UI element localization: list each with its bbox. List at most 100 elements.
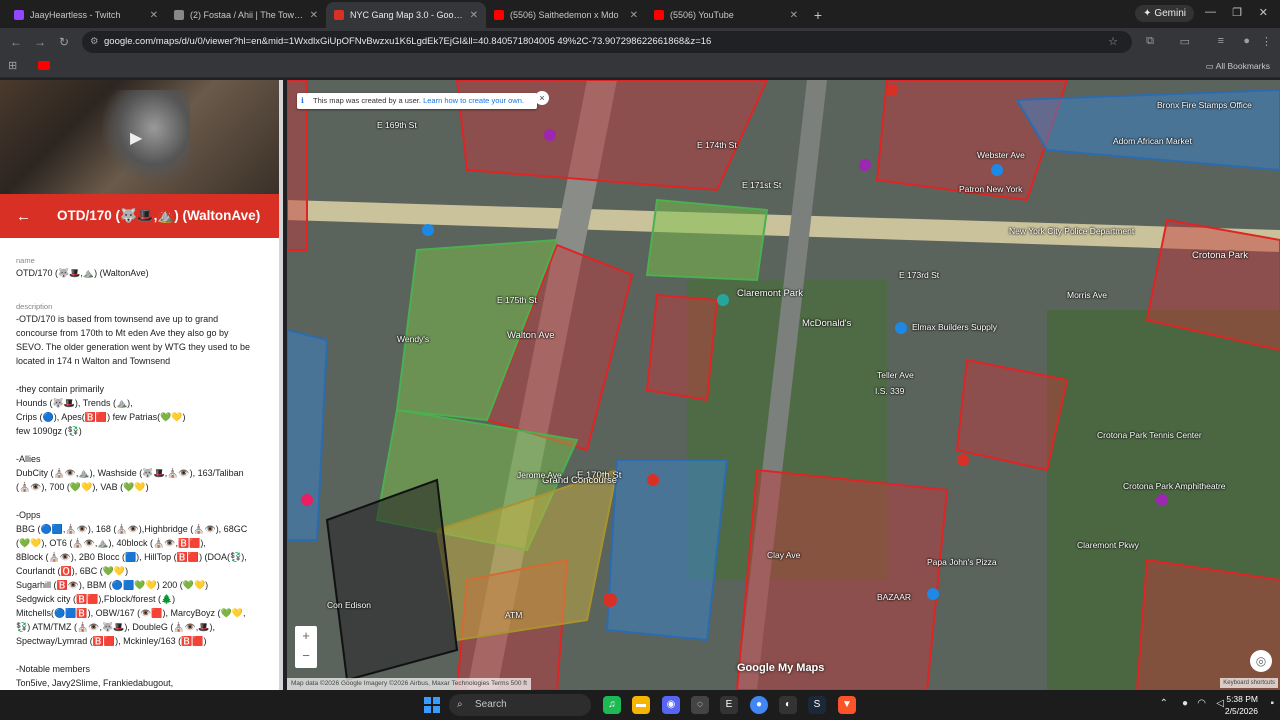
zone-blue-south xyxy=(605,459,729,642)
browser-tab[interactable]: (5506) Saithedemon x Mdo ✕ xyxy=(486,2,646,28)
notice-close-icon[interactable]: × xyxy=(535,91,549,105)
youtube-bookmark-icon[interactable] xyxy=(38,61,50,70)
description-line: Courlandt (🅾️), 6BC (💚💛) xyxy=(16,566,129,576)
map-attribution: Map data ©2026 Google Imagery ©2026 Airb… xyxy=(287,678,531,690)
bookmark-star-icon[interactable]: ☆ xyxy=(1108,35,1118,48)
browser-tab[interactable]: (2) Fostaa / Ahii | The Towns Ro ✕ xyxy=(166,2,326,28)
zone-red-small xyxy=(645,293,719,402)
map-label: Walton Ave xyxy=(507,330,555,341)
map-label: E 169th St xyxy=(377,120,417,130)
play-icon[interactable]: ▶ xyxy=(130,128,150,148)
keyboard-shortcuts-link[interactable]: Keyboard shortcuts xyxy=(1220,678,1278,688)
new-tab-button[interactable]: + xyxy=(806,2,830,28)
back-arrow-icon[interactable]: ← xyxy=(16,208,31,225)
description-line xyxy=(16,494,263,508)
sidebar-icon[interactable]: ▭ xyxy=(1180,35,1190,48)
media-icon[interactable]: ≡ xyxy=(1218,35,1224,47)
file-explorer-icon[interactable]: ▬ xyxy=(632,696,650,714)
map-canvas[interactable]: ℹ This map was created by a user. Learn … xyxy=(287,80,1280,690)
all-bookmarks-button[interactable]: ▭ All Bookmarks xyxy=(1206,61,1270,72)
marker-purple-3 xyxy=(1156,494,1168,506)
site-info-icon[interactable]: ⚙ xyxy=(90,31,99,53)
windows-taskbar: ⌕ Search ♫ ▬ ◉ ◌ E ● ◐ S ▼ ⌃ ● ◠ ◁ 5:38 … xyxy=(0,690,1280,720)
forward-icon[interactable]: → xyxy=(28,35,52,49)
google-my-maps-logo: Google My Maps xyxy=(737,662,825,674)
extensions-icon[interactable]: ⧉ xyxy=(1146,35,1154,48)
marker-blue-1 xyxy=(422,224,434,236)
gemini-button[interactable]: ✦ Gemini xyxy=(1135,5,1194,22)
zone-red-south xyxy=(735,468,949,690)
map-label: BAZAAR xyxy=(877,592,912,602)
description-line xyxy=(16,368,263,382)
tray-chevron-icon[interactable]: ⌃ xyxy=(1160,698,1168,709)
zoom-out-button[interactable]: − xyxy=(295,646,317,666)
back-icon[interactable]: ← xyxy=(4,35,28,49)
tab-close-icon[interactable]: ✕ xyxy=(310,10,318,21)
description-text: -OTD/170 is based from townsend ave up t… xyxy=(16,312,263,690)
profile-avatar[interactable]: ● xyxy=(1243,35,1250,47)
browser-tab[interactable]: NYC Gang Map 3.0 - Google M ✕ xyxy=(326,2,486,28)
wifi-icon[interactable]: ◠ xyxy=(1197,698,1206,709)
game-launcher-icon[interactable]: ◐ xyxy=(779,696,797,714)
tab-label: NYC Gang Map 3.0 - Google M xyxy=(350,10,464,20)
epic-games-icon[interactable]: E xyxy=(720,696,738,714)
map-label: New York City Police Department xyxy=(1009,226,1135,236)
map-label: ATM xyxy=(505,610,523,620)
browser-tab[interactable]: JaayHeartless - Twitch ✕ xyxy=(6,2,166,28)
notice-text: This map was created by a user. xyxy=(313,96,421,105)
info-icon: ℹ xyxy=(301,96,304,105)
menu-icon[interactable]: ⋮ xyxy=(1261,35,1272,48)
spotify-icon[interactable]: ♫ xyxy=(603,696,621,714)
taskbar-search-box[interactable]: ⌕ Search xyxy=(449,694,591,716)
my-location-button[interactable]: ◎ xyxy=(1250,650,1272,672)
taskbar-clock[interactable]: 5:38 PM 2/5/2026 xyxy=(1225,693,1258,717)
description-line: located in 174 n Walton and Townsend xyxy=(16,356,171,366)
description-line xyxy=(16,438,263,452)
tab-close-icon[interactable]: ✕ xyxy=(470,10,478,21)
tab-favicon-icon xyxy=(334,10,344,20)
map-label: Morris Ave xyxy=(1067,290,1107,300)
marker-red-2 xyxy=(647,474,659,486)
brave-icon[interactable]: ▼ xyxy=(838,696,856,714)
tab-close-icon[interactable]: ✕ xyxy=(630,10,638,21)
tab-label: (2) Fostaa / Ahii | The Towns Ro xyxy=(190,10,304,20)
bookmarks-bar: ⊞ ▭ All Bookmarks xyxy=(0,56,1280,78)
notice-link[interactable]: Learn how to create your own. xyxy=(423,96,524,105)
description-line: Ton5ive, Javy2Slime, Frankiedabugout, xyxy=(16,678,174,688)
notifications-icon[interactable]: ▪ xyxy=(1270,698,1274,709)
map-label: McDonald's xyxy=(802,318,852,329)
zoom-controls[interactable]: + − xyxy=(295,626,317,668)
name-label: name xyxy=(16,256,35,265)
browser-tab[interactable]: (5506) YouTube ✕ xyxy=(646,2,806,28)
url-input[interactable]: ⚙ google.com/maps/d/u/0/viewer?hl=en&mid… xyxy=(82,31,1132,53)
reload-icon[interactable]: ↻ xyxy=(52,35,76,49)
windows-start-icon[interactable] xyxy=(424,697,440,713)
tab-close-icon[interactable]: ✕ xyxy=(790,10,798,21)
feature-header: ← OTD/170 (🐺🎩,⛰️) (WaltonAve) xyxy=(0,194,279,238)
marker-red-3 xyxy=(957,454,969,466)
feature-video-thumbnail[interactable]: ▶ xyxy=(0,80,279,194)
map-label: Crotona Park Amphitheatre xyxy=(1123,481,1226,491)
zone-red-east xyxy=(955,358,1069,472)
app-icon[interactable]: ◌ xyxy=(691,696,709,714)
description-line: -Allies xyxy=(16,454,41,464)
restore-icon[interactable]: ❐ xyxy=(1232,6,1242,19)
zoom-in-button[interactable]: + xyxy=(295,626,317,646)
discord-icon[interactable]: ◉ xyxy=(662,696,680,714)
chrome-icon[interactable]: ● xyxy=(750,696,768,714)
map-label: Webster Ave xyxy=(977,150,1025,160)
satellite-map xyxy=(287,80,1280,690)
marker-pink-1 xyxy=(301,494,313,506)
map-label: Teller Ave xyxy=(877,370,914,380)
apps-grid-icon[interactable]: ⊞ xyxy=(8,59,17,72)
minimize-icon[interactable]: — xyxy=(1205,6,1216,18)
close-window-icon[interactable]: ✕ xyxy=(1259,6,1268,19)
description-line: BBG (🔵🟦,⛪👁️), 168 (⛪👁️),Highbridge (⛪👁️)… xyxy=(16,524,248,534)
marker-purple-2 xyxy=(859,159,871,171)
volume-icon[interactable]: ◁ xyxy=(1216,698,1224,709)
marker-red-4 xyxy=(603,593,617,607)
microphone-icon[interactable]: ● xyxy=(1182,698,1188,709)
steam-icon[interactable]: S xyxy=(808,696,826,714)
map-label: E 175th St xyxy=(497,295,537,305)
tab-close-icon[interactable]: ✕ xyxy=(150,10,158,21)
